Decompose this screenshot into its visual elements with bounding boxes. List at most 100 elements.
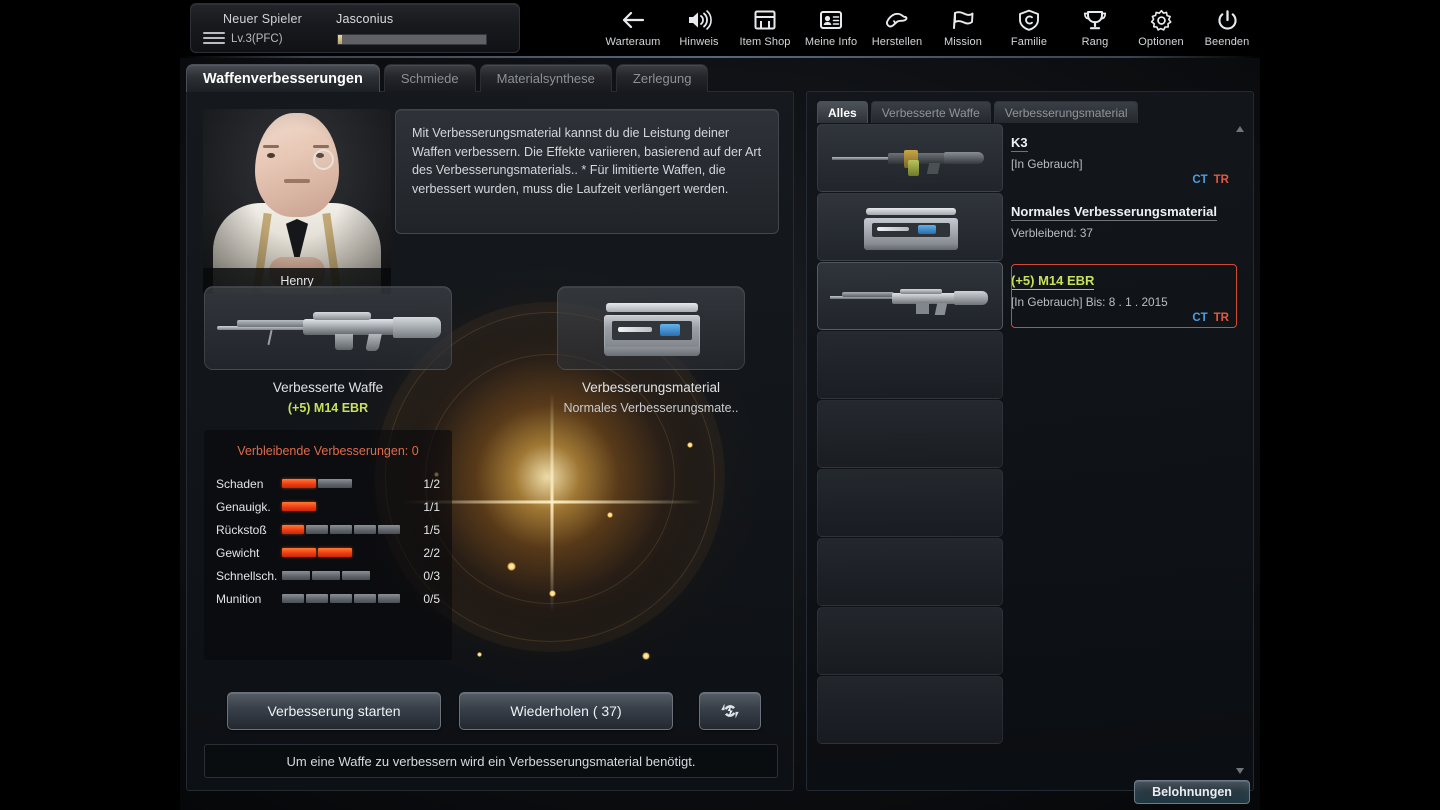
player-name: Jasconius — [336, 12, 394, 26]
stat-bar — [282, 479, 406, 488]
stat-segment — [378, 594, 400, 603]
inventory-empty-slot[interactable] — [817, 676, 1003, 744]
scroll-up-arrow-icon[interactable] — [1235, 124, 1245, 134]
stat-segment — [354, 525, 376, 534]
spark-particle — [549, 590, 556, 597]
stat-segment — [282, 548, 316, 557]
stat-row: Gewicht 2/2 — [216, 541, 440, 564]
stat-row: Schnellsch. 0/3 — [216, 564, 440, 587]
stat-segment — [312, 571, 340, 580]
rewards-button[interactable]: Belohnungen — [1134, 780, 1250, 804]
weapon-slot[interactable] — [204, 286, 452, 370]
rifle-icon — [217, 309, 441, 351]
nav-item-meine-info[interactable]: Meine Info — [798, 4, 864, 56]
nav-item-optionen[interactable]: Optionen — [1128, 4, 1194, 56]
item-name: Normales Verbesserungsmaterial — [1011, 204, 1217, 221]
inventory-item-row[interactable]: K3 [In Gebrauch] CT TR — [817, 124, 1237, 192]
tab-zerlegung[interactable]: Zerlegung — [615, 64, 709, 92]
item-subtext: [In Gebrauch] Bis: 8 . 1 . 2015 — [1011, 295, 1168, 309]
start-enhancement-button[interactable]: Verbesserung starten — [227, 692, 441, 730]
clan-shield-icon — [1018, 7, 1040, 33]
remaining-enhancements-label: Verbleibende Verbesserungen: 0 — [237, 444, 419, 458]
tab-materialsynthese[interactable]: Materialsynthese — [479, 64, 612, 92]
inventory-scrollbar[interactable] — [1233, 124, 1247, 776]
nav-item-item-shop[interactable]: Item Shop — [732, 4, 798, 56]
stat-bar — [282, 594, 406, 603]
id-card-icon — [819, 7, 843, 33]
scroll-down-arrow-icon[interactable] — [1235, 766, 1245, 776]
material-slot-caption: Verbesserungsmaterial Normales Verbesser… — [557, 380, 745, 415]
inventory-empty-slot[interactable] — [817, 538, 1003, 606]
content-area: Henry Mit Verbesserungsmaterial kannst d… — [186, 91, 1254, 791]
main-nav: Warteraum Hinweis Item Shop Meine Info Herst… — [600, 4, 1260, 56]
ct-label: CT — [1192, 174, 1208, 186]
stat-label: Schnellsch. — [216, 568, 278, 583]
stat-row: Rückstoß 1/5 — [216, 518, 440, 541]
material-slot-label: Verbesserungsmaterial — [581, 380, 721, 395]
letterbox-left — [0, 0, 180, 810]
stat-segment — [354, 594, 376, 603]
material-slot[interactable] — [557, 286, 745, 370]
item-thumbnail — [817, 193, 1003, 261]
inventory-tab-verbesserte-waffe[interactable]: Verbesserte Waffe — [870, 101, 991, 123]
spark-particle — [642, 652, 650, 660]
tab-waffenverbesserungen[interactable]: Waffenverbesserungen — [186, 64, 380, 92]
nav-item-label: Hinweis — [679, 36, 719, 48]
repeat-enhancement-button[interactable]: Wiederholen ( 37) — [459, 692, 673, 730]
stat-value: 0/5 — [423, 591, 440, 606]
hint-bar: Um eine Waffe zu verbessern wird ein Ver… — [204, 744, 778, 778]
stat-bar — [282, 525, 406, 534]
inventory-item-row[interactable]: Normales Verbesserungsmaterial Verbleiben… — [817, 193, 1237, 261]
inventory-tab-alles[interactable]: Alles — [817, 101, 868, 123]
tab-schmiede[interactable]: Schmiede — [383, 64, 476, 92]
stat-segment — [282, 502, 316, 511]
nav-item-mission[interactable]: Mission — [930, 4, 996, 56]
inventory-empty-slot[interactable] — [817, 607, 1003, 675]
spark-particle — [507, 562, 516, 571]
stat-rows: Schaden 1/2 Genauigk. 1/1 Rückstoß 1/5 Gewicht… — [216, 472, 440, 610]
spark-particle — [687, 442, 693, 448]
stat-value: 1/1 — [423, 499, 440, 514]
stat-label: Munition — [216, 591, 262, 606]
player-status-label: Neuer Spieler — [223, 12, 303, 26]
stat-segment — [342, 571, 370, 580]
refresh-button[interactable] — [699, 692, 761, 730]
rank-insignia-icon — [203, 32, 225, 44]
nav-item-hinweis[interactable]: Hinweis — [666, 4, 732, 56]
nav-item-label: Optionen — [1138, 36, 1184, 48]
npc-dialog-box: Mit Verbesserungsmaterial kannst du die … — [395, 109, 779, 234]
inventory-item-row[interactable]: (+5) M14 EBR [In Gebrauch] Bis: 8 . 1 . 2… — [817, 262, 1237, 330]
nav-item-herstellen[interactable]: Herstellen — [864, 4, 930, 56]
stat-segment — [282, 594, 304, 603]
nav-item-label: Rang — [1081, 36, 1109, 48]
trophy-icon — [1083, 7, 1107, 33]
letterbox-right — [1260, 0, 1440, 810]
nav-item-label: Item Shop — [739, 36, 791, 48]
xp-bar — [337, 34, 487, 45]
nav-item-beenden[interactable]: Beenden — [1194, 4, 1260, 56]
weapon-slot-label: Verbesserte Waffe — [272, 380, 384, 395]
tr-label: TR — [1213, 174, 1229, 186]
npc-portrait: Henry — [203, 109, 391, 294]
stat-segment — [318, 479, 352, 488]
nav-item-warteraum[interactable]: Warteraum — [600, 4, 666, 56]
weapon-item-name: (+5) M14 EBR — [287, 401, 369, 415]
player-plate[interactable]: Neuer Spieler Lv.3(PFC) Jasconius — [190, 3, 520, 53]
nav-item-familie[interactable]: Familie — [996, 4, 1062, 56]
nav-item-rang[interactable]: Rang — [1062, 4, 1128, 56]
arrow-left-icon — [621, 7, 645, 33]
spark-particle — [607, 512, 613, 518]
top-bar-divider — [180, 56, 1260, 58]
stat-label: Rückstoß — [216, 522, 267, 537]
spark-particle — [477, 652, 482, 657]
inventory-empty-slot[interactable] — [817, 400, 1003, 468]
refresh-icon — [721, 703, 739, 719]
inventory-tab-verbesserungsmaterial[interactable]: Verbesserungsmaterial — [993, 101, 1139, 123]
inventory-empty-slot[interactable] — [817, 331, 1003, 399]
stat-segment — [318, 548, 352, 557]
item-info: Normales Verbesserungsmaterial Verbleiben… — [1011, 193, 1237, 261]
stat-label: Schaden — [216, 476, 264, 491]
power-icon — [1216, 7, 1239, 33]
inventory-empty-slot[interactable] — [817, 469, 1003, 537]
stat-row: Schaden 1/2 — [216, 472, 440, 495]
